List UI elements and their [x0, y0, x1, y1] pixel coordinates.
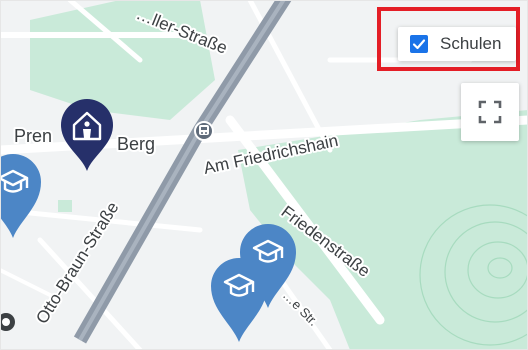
- schulen-filter-toggle[interactable]: Schulen: [398, 27, 516, 61]
- schulen-checkbox[interactable]: [410, 35, 428, 53]
- place-label-berg: Berg: [117, 134, 155, 154]
- map-marker-highlight[interactable]: [61, 99, 113, 171]
- checkmark-icon: [412, 39, 426, 50]
- park-patch: [58, 200, 72, 212]
- street-label-partial: …e Str.: [280, 288, 321, 329]
- fullscreen-button[interactable]: [461, 83, 519, 141]
- fullscreen-icon: [478, 100, 502, 124]
- train-icon[interactable]: [194, 121, 214, 141]
- map-marker-school-left[interactable]: [0, 154, 41, 238]
- map-marker-partial[interactable]: [0, 313, 15, 331]
- map-container[interactable]: …ller-Straße Am Friedrichshain Friedenst…: [0, 0, 528, 350]
- place-label-pren: Pren: [14, 126, 52, 146]
- map-marker-school-bottom[interactable]: [211, 258, 267, 342]
- park-area-top: [30, 0, 215, 120]
- schulen-filter-label: Schulen: [440, 34, 502, 53]
